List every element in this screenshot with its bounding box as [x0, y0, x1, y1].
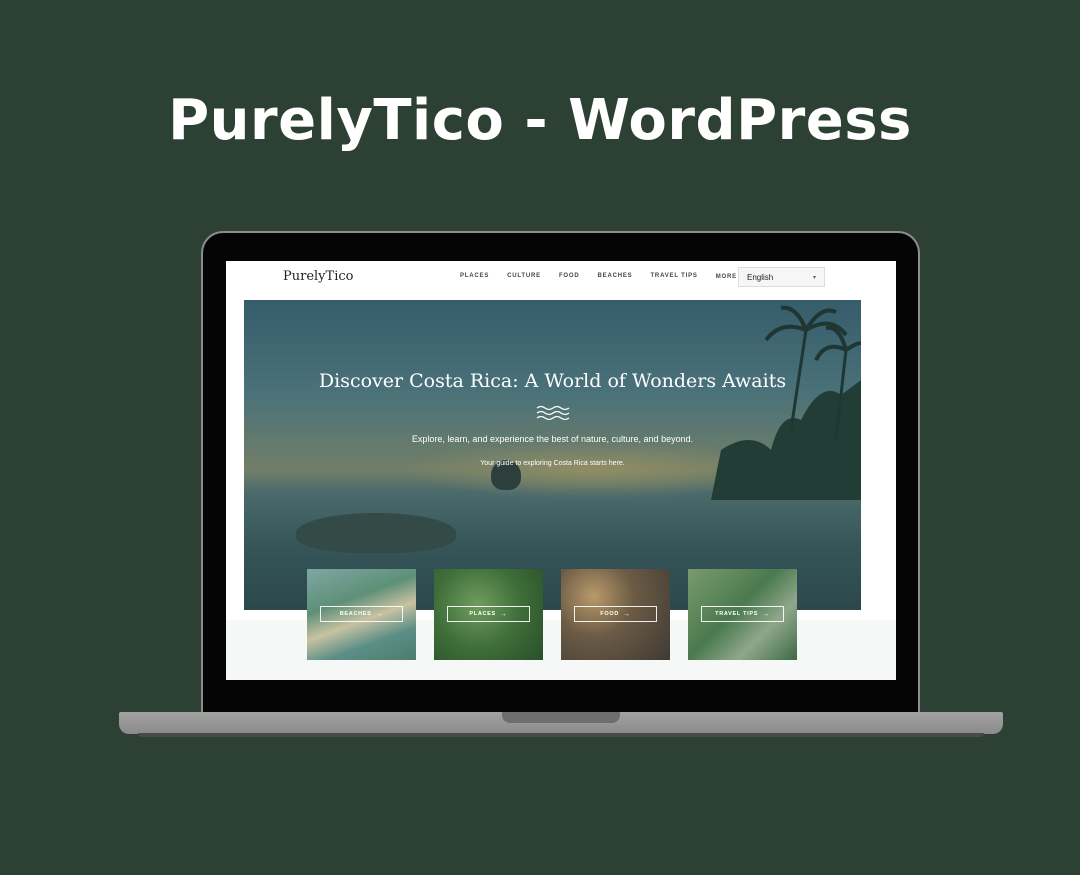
arrow-right-icon: → — [499, 610, 508, 618]
category-card-food[interactable]: FOOD → — [561, 569, 670, 660]
arrow-right-icon: → — [375, 610, 384, 618]
laptop-screen: PurelyTico PLACES CULTURE FOOD BEACHES T… — [226, 261, 896, 680]
nav-food[interactable]: FOOD — [559, 273, 580, 280]
travel-tips-button[interactable]: TRAVEL TIPS → — [701, 606, 784, 622]
hero-title: Discover Costa Rica: A World of Wonders … — [318, 370, 787, 392]
nav-culture[interactable]: CULTURE — [507, 273, 541, 280]
arrow-right-icon: → — [623, 610, 631, 618]
hero-overlay — [244, 300, 861, 610]
wave-icon — [536, 405, 570, 421]
nav-beaches[interactable]: BEACHES — [598, 273, 633, 280]
category-card-beaches[interactable]: BEACHES → — [307, 569, 416, 660]
category-card-places[interactable]: PLACES → — [434, 569, 543, 660]
places-button-label: PLACES — [469, 611, 496, 617]
nav-travel-tips[interactable]: TRAVEL TIPS — [650, 273, 697, 280]
language-selected: English — [747, 272, 774, 282]
arrow-right-icon: → — [762, 610, 770, 618]
nav-places[interactable]: PLACES — [460, 273, 489, 280]
language-select[interactable]: English ▾ — [738, 267, 825, 287]
hero-subtitle: Explore, learn, and experience the best … — [411, 434, 694, 444]
page-title: PurelyTico - WordPress — [168, 88, 912, 153]
food-button[interactable]: FOOD → — [574, 606, 657, 622]
category-card-travel-tips[interactable]: TRAVEL TIPS → — [688, 569, 797, 660]
hero-tagline: Your guide to exploring Costa Rica start… — [480, 460, 625, 467]
nav-more-label: MORE — [715, 273, 737, 280]
hero-banner: Discover Costa Rica: A World of Wonders … — [244, 300, 861, 610]
chevron-down-icon: ▾ — [812, 274, 816, 281]
main-nav: PLACES CULTURE FOOD BEACHES TRAVEL TIPS … — [460, 273, 765, 280]
travel-tips-button-label: TRAVEL TIPS — [715, 611, 759, 617]
laptop-notch — [502, 712, 620, 723]
beaches-button[interactable]: BEACHES → — [320, 606, 403, 622]
food-button-label: FOOD — [600, 611, 619, 617]
beaches-button-label: BEACHES — [339, 611, 372, 617]
places-button[interactable]: PLACES → — [447, 606, 530, 622]
site-header: PurelyTico PLACES CULTURE FOOD BEACHES T… — [226, 261, 896, 299]
laptop-base-shadow — [138, 733, 984, 737]
site-logo[interactable]: PurelyTico — [283, 269, 353, 284]
